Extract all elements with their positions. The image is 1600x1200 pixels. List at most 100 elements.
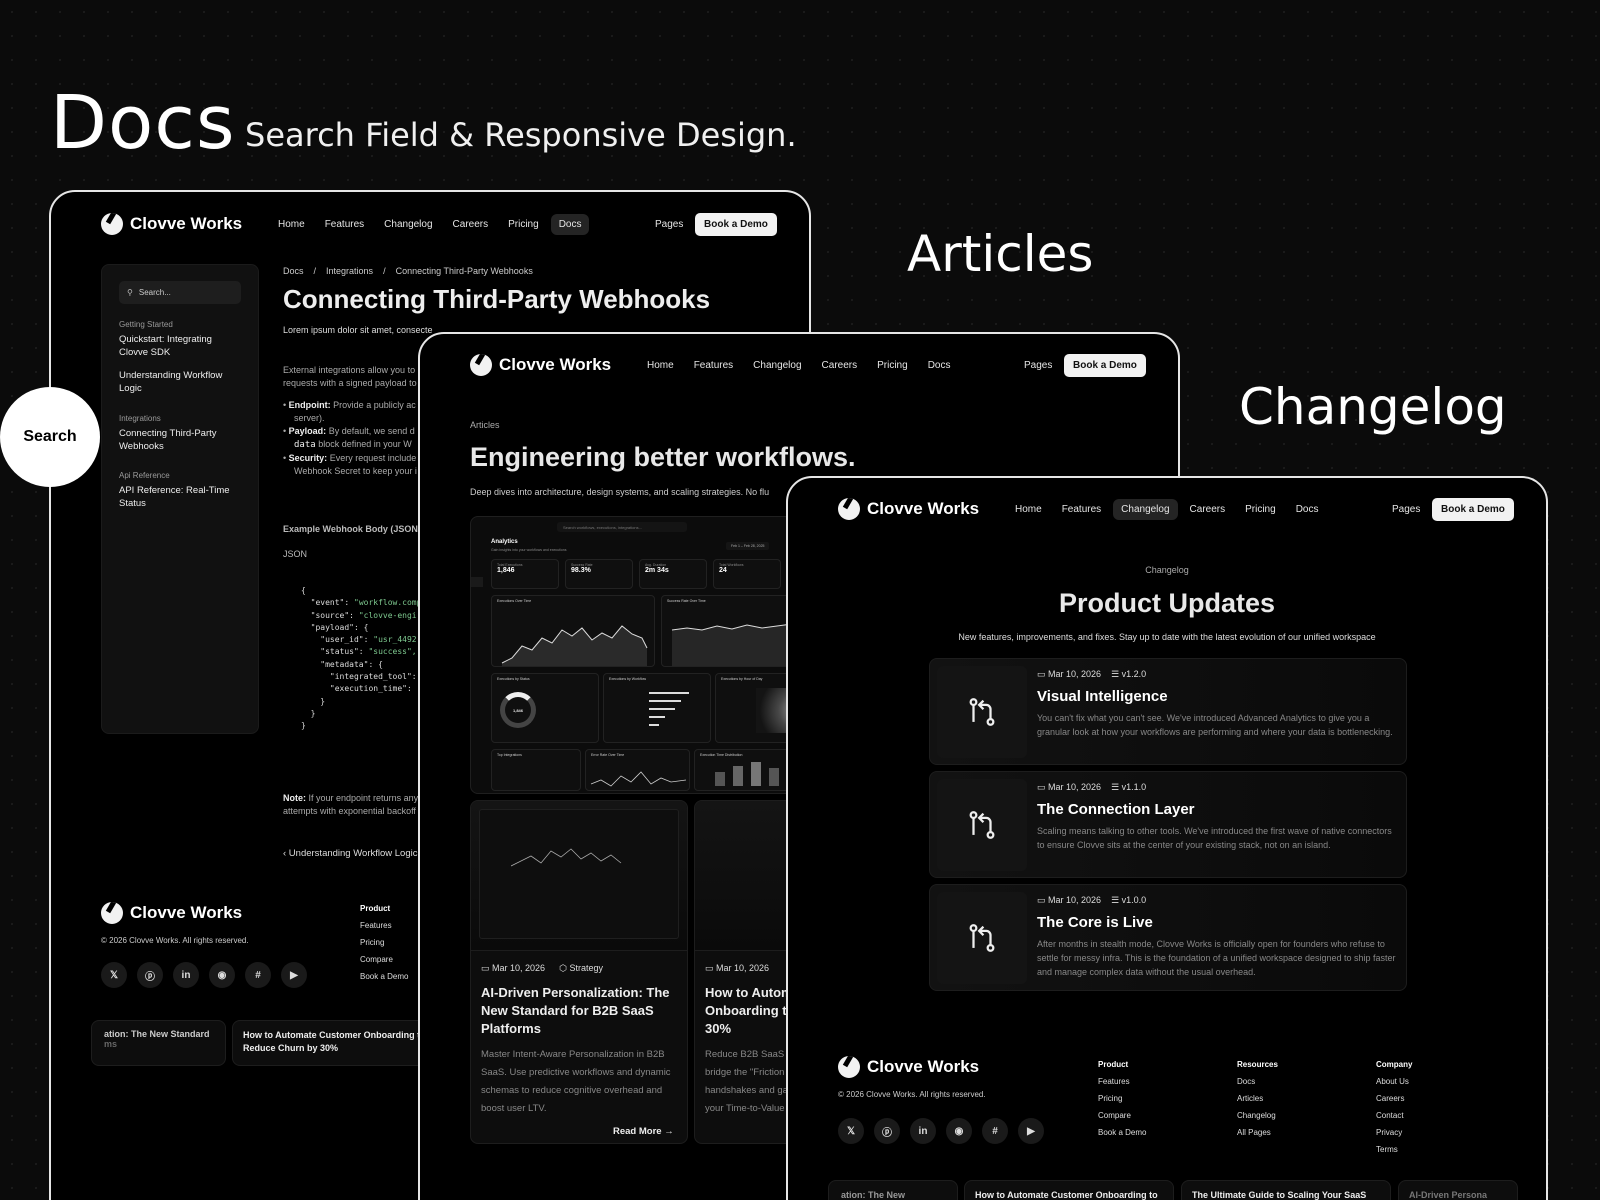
- article-card[interactable]: ▭ Mar 10, 2026 ⬡ Strategy AI-Driven Pers…: [470, 800, 688, 1144]
- entry-description: Scaling means talking to other tools. We…: [1037, 826, 1392, 850]
- pinterest-icon[interactable]: ⓟ: [874, 1118, 900, 1144]
- footer-logo[interactable]: Clovve Works: [101, 902, 242, 924]
- nav-features[interactable]: Features: [1054, 499, 1109, 520]
- docs-sidebar: ⚲ Search... Getting Started Quickstart: …: [101, 264, 259, 734]
- nav-pricing[interactable]: Pricing: [1237, 499, 1284, 520]
- changelog-section-label: Changelog: [1239, 378, 1507, 436]
- x-icon[interactable]: 𝕏: [838, 1118, 864, 1144]
- entry-title: The Core is Live: [1037, 914, 1153, 931]
- code-line: "user_id": "usr_4492: [320, 635, 417, 645]
- footer-copyright: © 2026 Clovve Works. All rights reserved…: [838, 1090, 986, 1099]
- slack-icon[interactable]: #: [982, 1118, 1008, 1144]
- calendar-icon: ▭: [705, 963, 714, 973]
- nav-careers[interactable]: Careers: [1182, 499, 1234, 520]
- tag-icon: ⬡: [559, 963, 567, 973]
- brand-logo[interactable]: Clovve Works: [101, 213, 242, 235]
- nav-pages[interactable]: Pages: [1392, 504, 1420, 515]
- book-demo-button[interactable]: Book a Demo: [1432, 497, 1514, 521]
- youtube-icon[interactable]: ▶: [1018, 1118, 1044, 1144]
- brand-logo[interactable]: Clovve Works: [838, 498, 979, 520]
- docs-intro: External integrations allow you to reques…: [283, 365, 417, 388]
- nav-pricing[interactable]: Pricing: [500, 214, 547, 235]
- search-callout-bubble: Search: [0, 387, 100, 487]
- social-links: 𝕏 ⓟ in ◉ # ▶: [838, 1118, 1044, 1144]
- code-line: }: [301, 696, 326, 706]
- nav-docs[interactable]: Docs: [920, 355, 959, 376]
- nav-pages[interactable]: Pages: [1024, 360, 1052, 371]
- nav-docs[interactable]: Docs: [1288, 499, 1327, 520]
- docs-search-input[interactable]: ⚲ Search...: [119, 281, 241, 304]
- changelog-title: Product Updates: [1058, 588, 1276, 618]
- youtube-icon[interactable]: ▶: [281, 962, 307, 988]
- nav-home[interactable]: Home: [270, 214, 313, 235]
- calendar-icon: ▭: [1037, 782, 1046, 792]
- entry-description: You can't fix what you can't see. We've …: [1037, 713, 1393, 737]
- discord-icon[interactable]: ◉: [946, 1118, 972, 1144]
- dash-status-donut: Executions by Status 1,846: [491, 673, 599, 743]
- nav-home[interactable]: Home: [1007, 499, 1050, 520]
- sidebar-item-api-status[interactable]: API Reference: Real-Time Status: [119, 484, 239, 510]
- changelog-navbar: Clovve Works Home Features Changelog Car…: [788, 494, 1546, 524]
- changelog-bottom-card-3[interactable]: The Ultimate Guide to Scaling Your SaaS: [1181, 1180, 1391, 1200]
- example-label: Example Webhook Body (JSON):: [283, 524, 424, 534]
- nav-careers[interactable]: Careers: [445, 214, 497, 235]
- docs-navbar: Clovve Works Home Features Changelog Car…: [51, 209, 809, 239]
- slack-icon[interactable]: #: [245, 962, 271, 988]
- linkedin-icon[interactable]: in: [910, 1118, 936, 1144]
- changelog-entry: ▭ Mar 10, 2026 ☰ v1.1.0 The Connection L…: [929, 771, 1407, 878]
- article-title[interactable]: AI-Driven Personalization: The New Stand…: [481, 984, 676, 1038]
- page-title: Docs: [50, 80, 236, 166]
- git-pull-request-icon: [937, 892, 1027, 984]
- logo-mark-icon: [101, 902, 123, 924]
- sidebar-item-webhooks[interactable]: Connecting Third-Party Webhooks: [119, 427, 229, 453]
- sidebar-item-quickstart[interactable]: Quickstart: Integrating Clovve SDK: [119, 333, 229, 359]
- git-pull-request-icon: [937, 666, 1027, 758]
- book-demo-button[interactable]: Book a Demo: [695, 212, 777, 236]
- prev-page-link[interactable]: ‹ Understanding Workflow Logic: [283, 848, 417, 859]
- dash-error-rate: Error Rate Over Time: [585, 749, 690, 791]
- changelog-bottom-card-1[interactable]: ation: The New Standard: [828, 1180, 958, 1200]
- nav-pages[interactable]: Pages: [655, 219, 683, 230]
- discord-icon[interactable]: ◉: [209, 962, 235, 988]
- changelog-bottom-card-2[interactable]: How to Automate Customer Onboarding to: [964, 1180, 1174, 1200]
- nav-changelog[interactable]: Changelog: [1113, 498, 1178, 520]
- dash-integrations: Top Integrations: [491, 749, 581, 791]
- sidebar-item-workflow-logic[interactable]: Understanding Workflow Logic: [119, 369, 239, 395]
- nav-features[interactable]: Features: [317, 214, 372, 235]
- article-meta: ▭ Mar 10, 2026: [705, 963, 770, 973]
- search-icon: ⚲: [127, 288, 133, 297]
- pinterest-icon[interactable]: ⓟ: [137, 962, 163, 988]
- nav-docs[interactable]: Docs: [550, 213, 590, 235]
- database-icon: ☰: [1111, 895, 1120, 905]
- dash-executions-chart: Executions Over Time: [491, 595, 655, 667]
- changelog-bottom-card-4[interactable]: AI-Driven Persona: [1398, 1180, 1518, 1200]
- docs-bottom-card-1[interactable]: ation: The New Standard ms: [91, 1020, 226, 1066]
- footer-logo[interactable]: Clovve Works: [838, 1056, 979, 1078]
- linkedin-icon[interactable]: in: [173, 962, 199, 988]
- entry-meta: ▭ Mar 10, 2026 ☰ v1.1.0: [1037, 782, 1147, 792]
- breadcrumb-docs[interactable]: Docs: [283, 266, 304, 276]
- breadcrumb-integrations[interactable]: Integrations: [326, 266, 373, 276]
- footer-product-col: Product Features Pricing Compare Book a …: [360, 904, 409, 981]
- git-pull-request-icon: [937, 779, 1027, 871]
- x-icon[interactable]: 𝕏: [101, 962, 127, 988]
- read-more-link[interactable]: Read More →: [613, 1126, 674, 1137]
- articles-section-label: Articles: [907, 225, 1094, 283]
- breadcrumb: Docs / Integrations / Connecting Third-Par…: [283, 266, 533, 276]
- docs-article-title: Connecting Third-Party Webhooks: [283, 284, 711, 314]
- code-block: { "event": "workflow.comp "source": "clo…: [301, 585, 421, 733]
- nav-home[interactable]: Home: [639, 355, 682, 376]
- database-icon: ☰: [1111, 669, 1120, 679]
- search-placeholder: Search...: [138, 288, 171, 297]
- book-demo-button[interactable]: Book a Demo: [1064, 353, 1146, 377]
- article-thumbnail: [471, 801, 687, 951]
- dash-stat: Total Executions 1,846: [491, 559, 559, 589]
- logo-mark-icon: [838, 498, 860, 520]
- nav-features[interactable]: Features: [686, 355, 741, 376]
- nav-changelog[interactable]: Changelog: [745, 355, 809, 376]
- nav-changelog[interactable]: Changelog: [376, 214, 440, 235]
- nav-pricing[interactable]: Pricing: [869, 355, 916, 376]
- executions-line-icon: [501, 625, 648, 666]
- brand-logo[interactable]: Clovve Works: [470, 354, 611, 376]
- nav-careers[interactable]: Careers: [814, 355, 866, 376]
